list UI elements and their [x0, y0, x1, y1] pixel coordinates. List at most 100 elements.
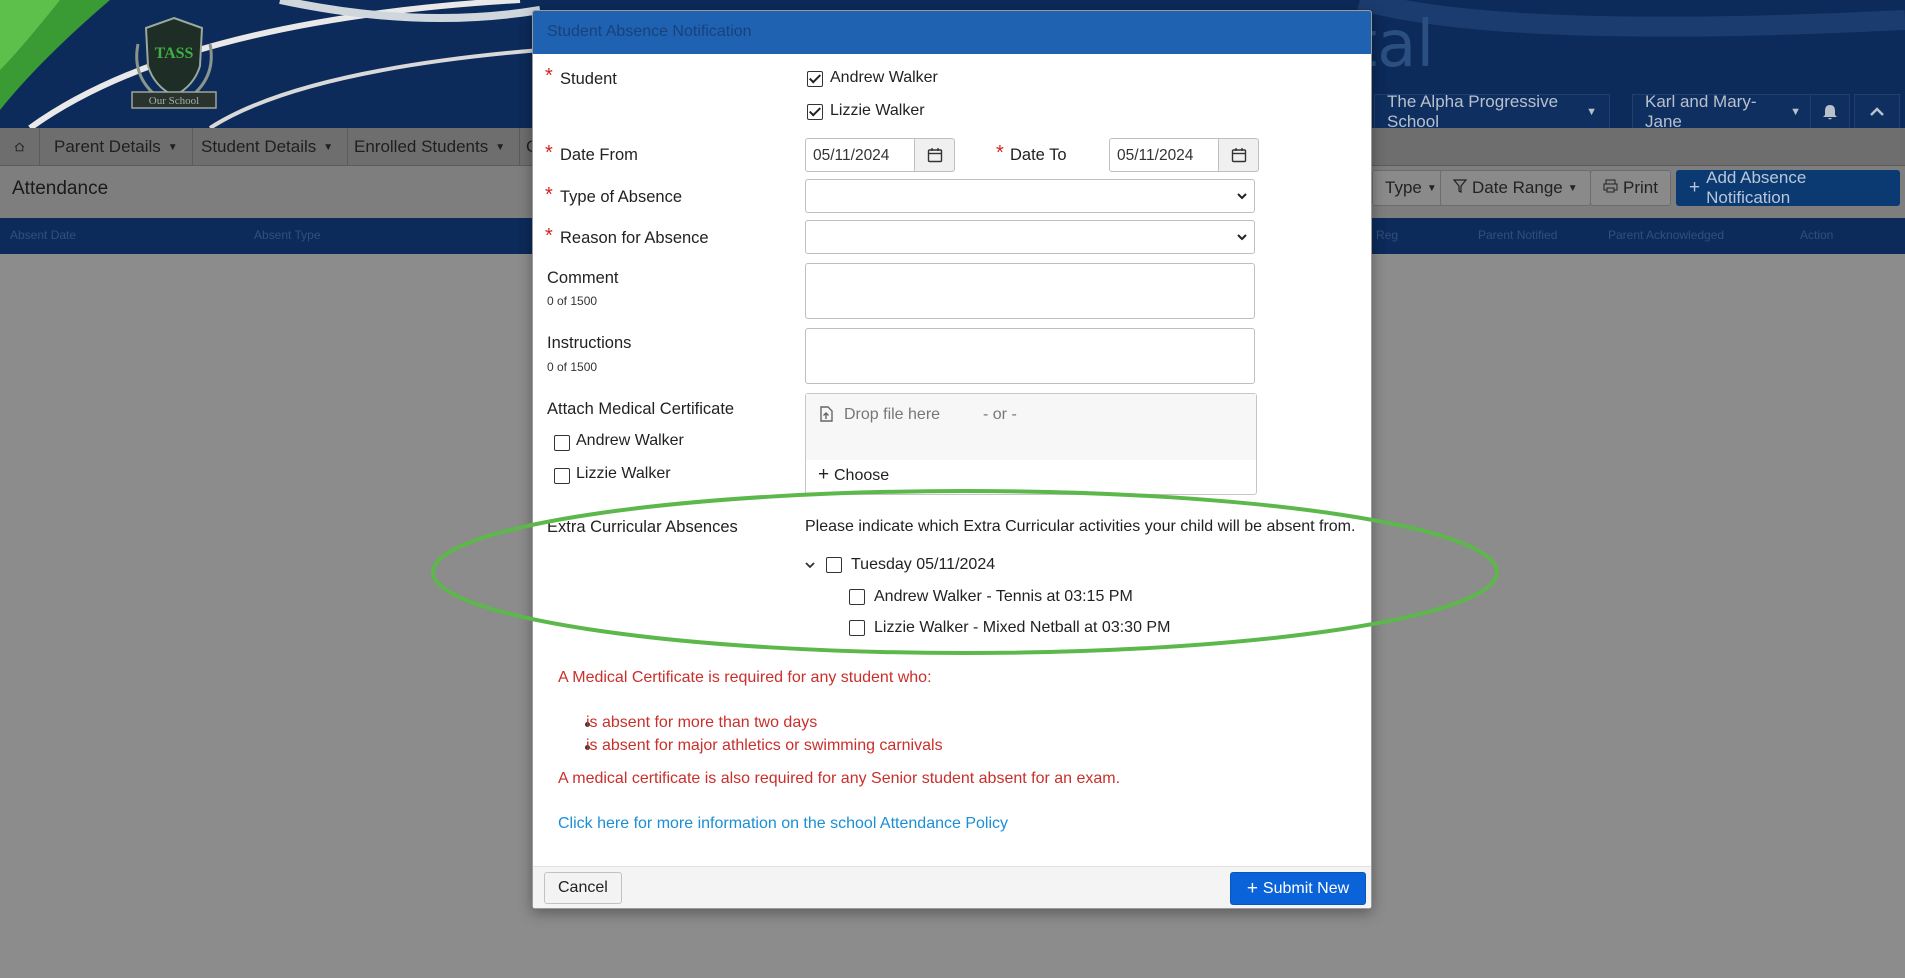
required-marker: * — [996, 142, 1004, 164]
date-from-input[interactable]: 05/11/2024 — [805, 138, 915, 172]
comment-label: Comment — [547, 269, 619, 287]
activity-checkbox-lizzie[interactable] — [849, 620, 865, 636]
chevron-down-icon — [1237, 193, 1247, 200]
chevron-down-icon[interactable] — [804, 559, 816, 571]
dialog-title: Student Absence Notification — [547, 23, 752, 40]
upload-icon — [820, 406, 833, 422]
activity-label: Lizzie Walker - Mixed Netball at 03:30 P… — [874, 619, 1171, 636]
school-selector-label: The Alpha Progressive School — [1387, 92, 1559, 128]
date-to-label: Date To — [1010, 146, 1067, 164]
page-title: Attendance — [12, 178, 109, 199]
submit-label: Submit New — [1262, 879, 1350, 897]
caret-down-icon: ▼ — [167, 141, 178, 153]
caret-down-icon: ▼ — [1586, 106, 1597, 118]
reason-for-absence-select[interactable] — [805, 220, 1255, 254]
cancel-button[interactable]: Cancel — [544, 872, 622, 904]
comment-textarea[interactable] — [805, 263, 1255, 319]
attach-medical-certificate-label: Attach Medical Certificate — [547, 400, 735, 418]
dialog-footer: Cancel + Submit New — [533, 866, 1371, 908]
printer-icon — [1603, 178, 1618, 198]
student-checkbox-lizzie[interactable] — [807, 104, 823, 120]
caret-down-icon: ▼ — [1790, 106, 1801, 118]
caret-down-icon: ▼ — [495, 141, 506, 153]
filter-label: Date Range — [1472, 178, 1563, 197]
filter-label: Type — [1385, 178, 1422, 197]
instructions-label: Instructions — [547, 334, 632, 352]
medical-certificate-notice: A Medical Certificate is required for an… — [558, 669, 932, 686]
comment-char-count: 0 of 1500 — [547, 294, 598, 308]
dropzone-or-text: - or - — [983, 406, 1017, 423]
student-name: Andrew Walker — [576, 432, 684, 449]
instructions-char-count: 0 of 1500 — [547, 360, 598, 374]
student-name: Lizzie Walker — [576, 465, 671, 482]
caret-down-icon: ▼ — [323, 141, 334, 153]
certificate-checkbox-andrew[interactable] — [554, 435, 570, 451]
user-selector-dropdown[interactable]: Karl and Mary-Jane ▼ — [1632, 92, 1814, 128]
school-selector-dropdown[interactable]: The Alpha Progressive School ▼ — [1374, 92, 1610, 128]
attendance-policy-link[interactable]: Click here for more information on the s… — [558, 815, 1008, 833]
calendar-icon[interactable] — [1219, 138, 1259, 172]
extra-curricular-instruction: Please indicate which Extra Curricular a… — [805, 518, 1356, 535]
column-header: Absent Type — [254, 228, 321, 242]
required-marker: * — [545, 184, 553, 206]
plus-icon: + — [818, 464, 830, 485]
nav-parent-details[interactable]: Parent Details ▼ — [40, 128, 193, 166]
required-marker: * — [545, 225, 553, 247]
date-range-filter-button[interactable]: Date Range ▼ — [1440, 170, 1591, 206]
add-absence-notification-button[interactable]: + Add Absence Notification — [1676, 168, 1900, 207]
bell-icon[interactable] — [1810, 94, 1850, 128]
chevron-down-icon — [1237, 234, 1247, 241]
logo-banner-text: Our School — [149, 95, 199, 107]
nav-label: Student Details — [201, 137, 317, 156]
dropzone-area[interactable] — [806, 394, 1256, 460]
dialog-header: Student Absence Notification — [533, 11, 1371, 54]
nav-label: Enrolled Students — [354, 137, 489, 156]
school-logo: TASS Our School — [131, 16, 217, 109]
day-checkbox[interactable] — [826, 557, 842, 573]
activity-checkbox-andrew[interactable] — [849, 589, 865, 605]
student-name: Lizzie Walker — [830, 102, 925, 119]
extra-day-label: Tuesday 05/11/2024 — [851, 556, 996, 573]
activity-label: Andrew Walker - Tennis at 03:15 PM — [874, 588, 1133, 605]
caret-down-icon: ▼ — [1426, 182, 1437, 194]
extra-curricular-label: Extra Curricular Absences — [547, 518, 738, 536]
medical-requirement-item: is absent for major athletics or swimmin… — [586, 737, 943, 754]
column-header: Parent Notified — [1478, 228, 1558, 242]
student-checkbox-andrew[interactable] — [807, 71, 823, 87]
required-marker: * — [545, 142, 553, 164]
plus-icon: + — [1689, 177, 1701, 198]
nav-enrolled-students[interactable]: Enrolled Students ▼ — [340, 128, 521, 166]
column-header: Reg — [1376, 228, 1399, 242]
file-dropzone[interactable]: Drop file here - or - + Choose — [805, 393, 1257, 495]
column-header: Action — [1800, 228, 1834, 242]
date-to-input[interactable]: 05/11/2024 — [1109, 138, 1219, 172]
column-header: Absent Date — [10, 228, 77, 242]
absence-notification-dialog: Student Absence Notification * Student A… — [532, 10, 1372, 909]
required-marker: * — [545, 65, 553, 87]
calendar-icon[interactable] — [915, 138, 955, 172]
instructions-textarea[interactable] — [805, 328, 1255, 384]
print-label: Print — [1623, 178, 1658, 197]
home-icon[interactable] — [0, 128, 40, 166]
chevron-up-icon[interactable] — [1854, 94, 1900, 128]
drop-file-text: Drop file here — [844, 406, 941, 423]
student-label: Student — [560, 70, 617, 88]
print-button[interactable]: Print — [1590, 170, 1671, 206]
type-of-absence-label: Type of Absence — [560, 188, 683, 206]
caret-down-icon: ▼ — [1567, 182, 1578, 194]
filter-icon — [1452, 178, 1468, 198]
nav-student-details[interactable]: Student Details ▼ — [187, 128, 349, 166]
type-filter-button[interactable]: Type ▼ — [1372, 170, 1450, 206]
type-of-absence-select[interactable] — [805, 179, 1255, 213]
date-from-label: Date From — [560, 146, 638, 164]
submit-new-button[interactable]: + Submit New — [1230, 872, 1366, 905]
senior-exam-notice: A medical certificate is also required f… — [558, 770, 1121, 787]
certificate-checkbox-lizzie[interactable] — [554, 468, 570, 484]
student-name: Andrew Walker — [830, 69, 938, 86]
logo-text: TASS — [155, 45, 194, 62]
add-label: Add Absence Notification — [1706, 168, 1807, 207]
reason-for-absence-label: Reason for Absence — [560, 229, 709, 247]
user-selector-label: Karl and Mary-Jane — [1645, 92, 1757, 128]
choose-file-button[interactable]: Choose — [834, 467, 889, 485]
column-header: Parent Acknowledged — [1608, 228, 1725, 242]
